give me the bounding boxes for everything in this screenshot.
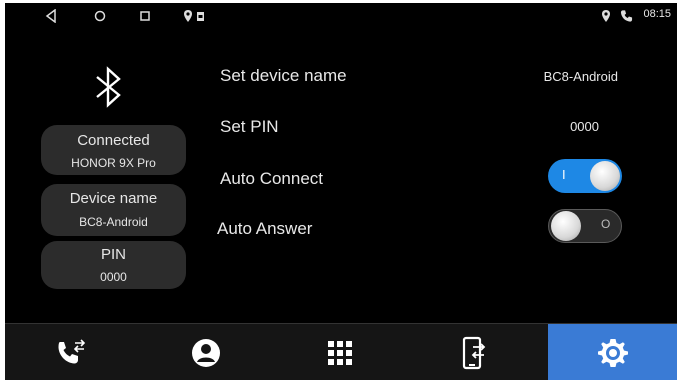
auto-answer-toggle[interactable]: O xyxy=(548,209,622,243)
connected-label: Connected xyxy=(77,132,150,149)
phone-transfer-icon xyxy=(462,336,486,369)
status-bar: 08:15 xyxy=(5,3,677,31)
auto-connect-toggle[interactable]: I xyxy=(548,159,622,193)
settings-gear-icon xyxy=(597,338,628,367)
location-icon xyxy=(602,10,610,22)
nav-call-transfer[interactable] xyxy=(5,324,139,380)
toggle-off-mark: O xyxy=(601,217,611,231)
device-name-field[interactable]: BC8-Android xyxy=(498,69,618,84)
bottom-nav-bar xyxy=(5,323,677,380)
dialpad-icon xyxy=(328,340,352,365)
set-pin-label[interactable]: Set PIN xyxy=(220,117,279,137)
set-device-name-label[interactable]: Set device name xyxy=(220,66,347,86)
device-name-value: BC8-Android xyxy=(79,215,148,229)
connected-device-value: HONOR 9X Pro xyxy=(71,156,156,170)
phone-icon xyxy=(620,10,633,22)
nav-dialpad[interactable] xyxy=(273,324,407,380)
nav-phone-transfer[interactable] xyxy=(407,324,541,380)
connected-device-pill: Connected HONOR 9X Pro xyxy=(41,125,186,175)
sim-card-icon xyxy=(197,12,204,21)
device-name-pill: Device name BC8-Android xyxy=(41,184,186,236)
auto-connect-label: Auto Connect xyxy=(220,169,324,188)
bluetooth-icon xyxy=(96,66,121,108)
toggle-knob xyxy=(590,161,620,191)
toggle-on-mark: I xyxy=(562,167,566,182)
clock-time: 08:15 xyxy=(643,8,671,20)
pin-pill: PIN 0000 xyxy=(41,241,186,289)
toggle-knob xyxy=(551,211,581,241)
device-name-label: Device name xyxy=(69,190,158,207)
call-transfer-icon xyxy=(58,338,86,363)
bluetooth-settings-screen: 08:15 Connected HONOR 9X Pro Device name… xyxy=(5,3,677,380)
pin-value: 0000 xyxy=(100,270,127,284)
recents-icon[interactable] xyxy=(138,9,152,23)
location-icon xyxy=(184,10,192,22)
auto-answer-label: Auto Answer xyxy=(217,219,313,238)
home-icon[interactable] xyxy=(93,9,107,23)
pin-field[interactable]: 0000 xyxy=(519,119,599,134)
contacts-icon xyxy=(192,338,220,367)
pin-label: PIN xyxy=(100,246,126,263)
nav-settings[interactable] xyxy=(548,324,677,380)
back-icon[interactable] xyxy=(45,9,57,23)
nav-contacts[interactable] xyxy=(139,324,273,380)
